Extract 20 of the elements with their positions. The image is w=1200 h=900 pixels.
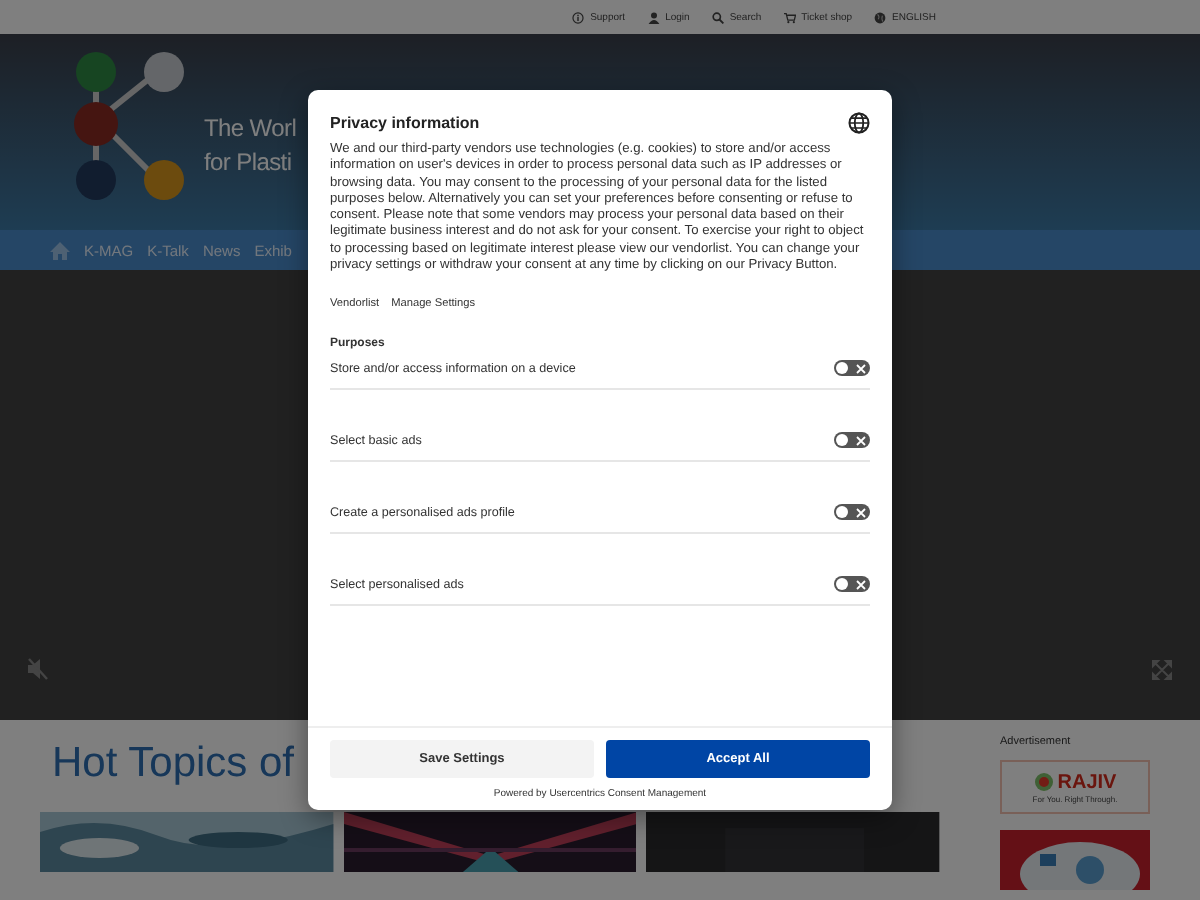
toggle-switch[interactable] <box>834 576 870 593</box>
ad-brand: RAJIV <box>1057 771 1117 793</box>
toggle-switch[interactable] <box>834 360 870 377</box>
globe-icon <box>874 11 887 23</box>
x-icon <box>856 507 866 518</box>
tagline: The Worl <box>204 112 297 146</box>
x-icon <box>856 363 866 374</box>
x-icon <box>856 579 866 590</box>
user-icon <box>647 11 660 23</box>
toggle-switch[interactable] <box>834 504 870 521</box>
globe-icon[interactable] <box>848 112 870 134</box>
tagline: for Plasti <box>204 146 294 180</box>
toggle-switch[interactable] <box>834 432 870 449</box>
x-icon <box>856 435 866 446</box>
logo-icon <box>1033 772 1054 792</box>
dialog-title: Privacy information <box>330 114 480 132</box>
cart-icon <box>783 11 796 23</box>
section-heading: Hot Topics of <box>52 740 295 788</box>
info-icon <box>572 11 585 23</box>
search-icon <box>711 11 724 23</box>
